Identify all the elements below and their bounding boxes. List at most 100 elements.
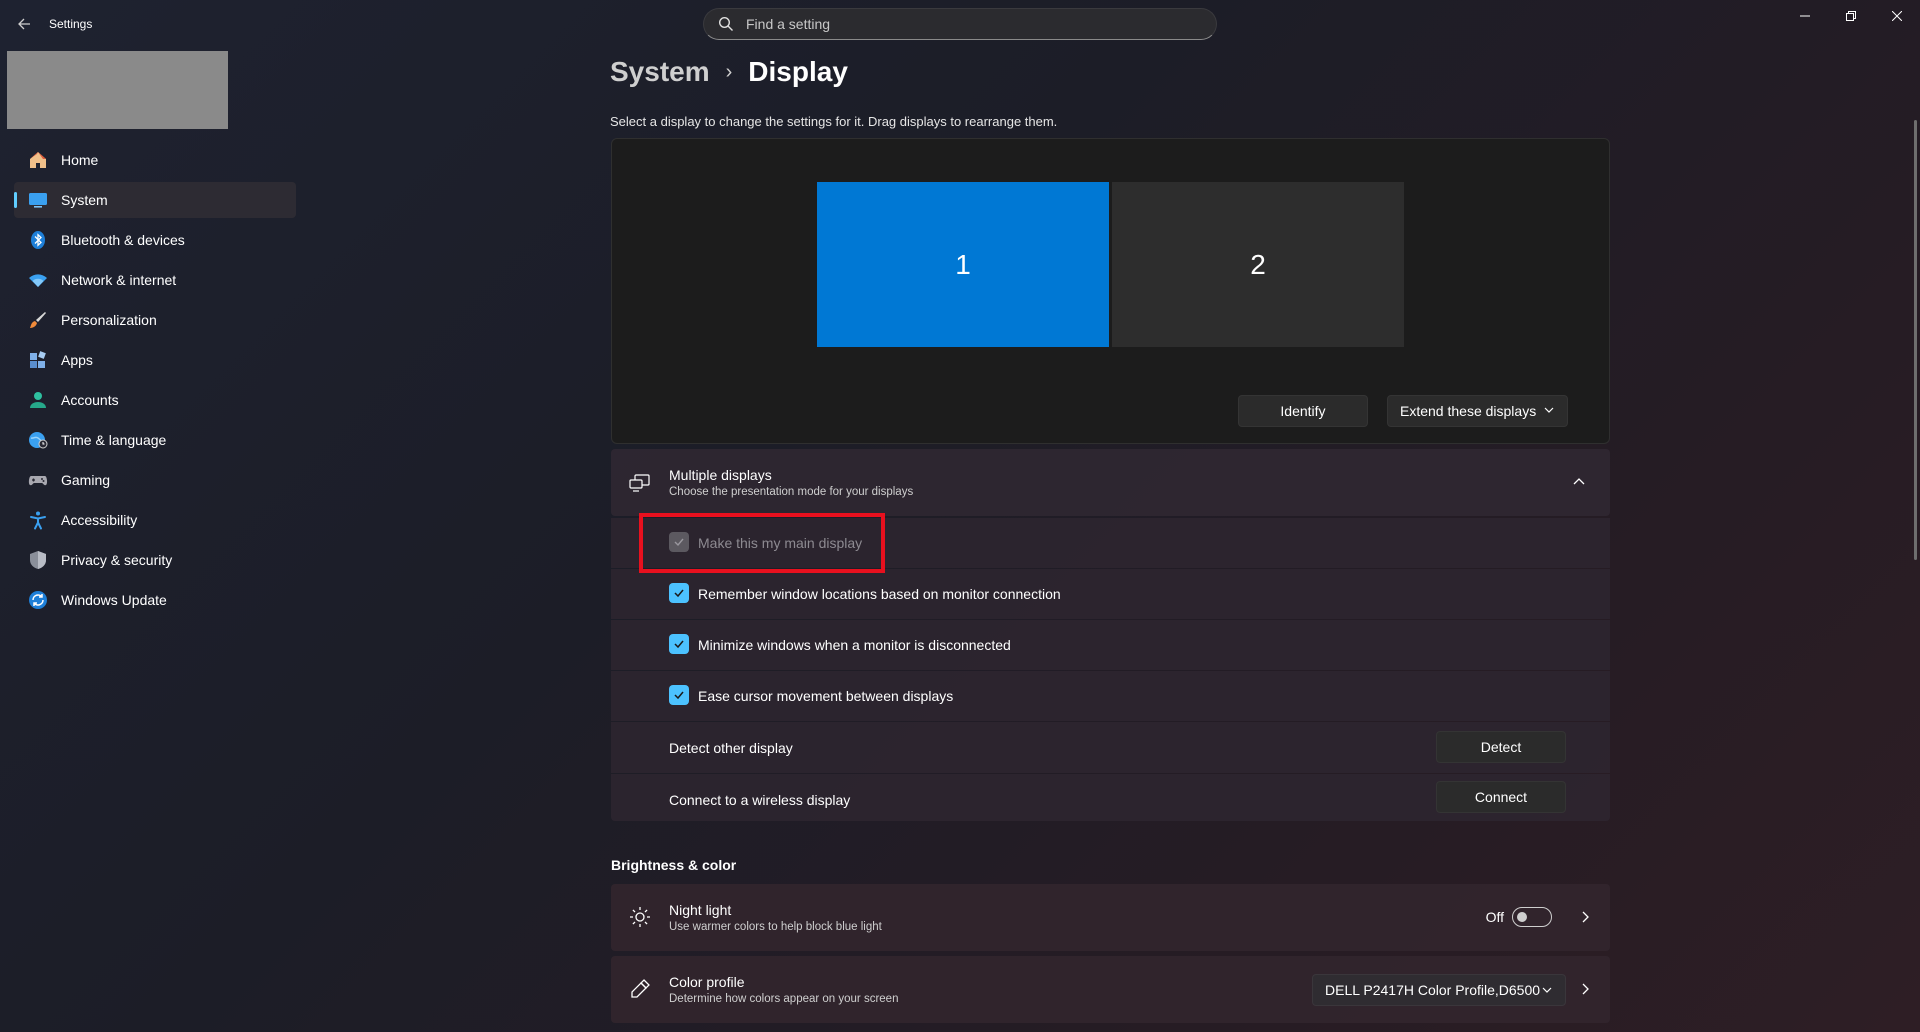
- gamepad-icon: [28, 470, 48, 490]
- breadcrumb-parent[interactable]: System: [610, 56, 710, 88]
- sidebar-item-accessibility[interactable]: Accessibility: [14, 502, 296, 538]
- sidebar-item-label: Time & language: [61, 432, 167, 448]
- detect-button[interactable]: Detect: [1436, 731, 1566, 763]
- sidebar-item-home[interactable]: Home: [14, 142, 296, 178]
- update-icon: [28, 590, 48, 610]
- multiple-displays-icon: [629, 474, 650, 492]
- sidebar-item-network[interactable]: Network & internet: [14, 262, 296, 298]
- bluetooth-icon: [28, 230, 48, 250]
- display-mode-value: Extend these displays: [1400, 403, 1537, 419]
- ease-cursor-label: Ease cursor movement between displays: [698, 688, 954, 704]
- scrollbar-thumb[interactable]: [1914, 120, 1917, 560]
- identify-button[interactable]: Identify: [1238, 395, 1368, 427]
- chevron-down-icon: [1544, 407, 1554, 413]
- page-title: Display: [748, 56, 848, 87]
- sidebar-item-label: Accounts: [61, 392, 119, 408]
- sidebar-item-accounts[interactable]: Accounts: [14, 382, 296, 418]
- sidebar-item-label: Network & internet: [61, 272, 177, 288]
- sidebar-item-label: Accessibility: [61, 512, 138, 528]
- checkmark-icon: [674, 640, 684, 649]
- sidebar-item-time-language[interactable]: Time & language: [14, 422, 296, 458]
- checkmark-icon: [674, 691, 684, 700]
- accessibility-icon: [28, 510, 48, 530]
- breadcrumb: System › Display: [610, 56, 848, 88]
- sidebar-nav: Home System Bluetooth & devices Network …: [14, 142, 296, 622]
- display-intro-text: Select a display to change the settings …: [610, 114, 1058, 129]
- chevron-up-icon[interactable]: [1572, 475, 1586, 489]
- sidebar-item-label: Personalization: [61, 312, 157, 328]
- night-light-state: Off: [1485, 909, 1504, 925]
- color-profile-subtitle: Determine how colors appear on your scre…: [669, 993, 899, 1005]
- color-profile-title: Color profile: [669, 974, 745, 990]
- close-icon: [1892, 11, 1902, 21]
- wifi-icon: [28, 270, 48, 290]
- night-light-card[interactable]: Night light Use warmer colors to help bl…: [611, 884, 1610, 951]
- sidebar-item-system[interactable]: System: [14, 182, 296, 218]
- chevron-right-icon: [1582, 911, 1589, 923]
- monitor-2-tile[interactable]: 2: [1112, 182, 1404, 347]
- color-profile-card[interactable]: Color profile Determine how colors appea…: [611, 956, 1610, 1023]
- sidebar-item-gaming[interactable]: Gaming: [14, 462, 296, 498]
- checkmark-icon: [674, 589, 684, 598]
- wireless-display-label: Connect to a wireless display: [669, 792, 851, 808]
- color-profile-dropdown[interactable]: DELL P2417H Color Profile,D6500: [1312, 974, 1566, 1006]
- person-icon: [28, 390, 48, 410]
- minimize-icon: [1800, 15, 1810, 17]
- ease-cursor-checkbox[interactable]: [669, 685, 689, 705]
- brush-icon: [28, 310, 48, 330]
- display-arrangement-panel: 1 2 Identify Extend these displays: [611, 138, 1610, 444]
- sidebar-item-label: Apps: [61, 352, 93, 368]
- chevron-down-icon: [1542, 987, 1552, 993]
- display-mode-dropdown[interactable]: Extend these displays: [1387, 395, 1568, 427]
- monitor-1-tile[interactable]: 1: [817, 182, 1109, 347]
- sidebar-item-privacy[interactable]: Privacy & security: [14, 542, 296, 578]
- sidebar-item-label: Home: [61, 152, 99, 168]
- arrow-left-icon: [18, 18, 30, 30]
- minimize-windows-label: Minimize windows when a monitor is disco…: [698, 637, 1011, 653]
- brightness-icon: [630, 907, 650, 927]
- account-avatar[interactable]: [7, 51, 228, 129]
- close-button[interactable]: [1874, 0, 1920, 32]
- eyedropper-icon: [631, 979, 650, 998]
- remember-locations-checkbox[interactable]: [669, 583, 689, 603]
- chevron-right-icon: [1582, 983, 1589, 995]
- system-icon: [28, 190, 48, 210]
- sidebar-item-bluetooth[interactable]: Bluetooth & devices: [14, 222, 296, 258]
- sidebar-item-label: Bluetooth & devices: [61, 232, 185, 248]
- sidebar-item-label: Gaming: [61, 472, 111, 488]
- minimize-windows-checkbox[interactable]: [669, 634, 689, 654]
- apps-icon: [28, 350, 48, 370]
- search-input[interactable]: [746, 16, 1186, 32]
- option-minimize-windows: Minimize windows when a monitor is disco…: [611, 620, 1610, 670]
- night-light-subtitle: Use warmer colors to help block blue lig…: [669, 921, 882, 933]
- brightness-color-section-title: Brightness & color: [611, 857, 737, 873]
- option-ease-cursor: Ease cursor movement between displays: [611, 671, 1610, 721]
- remember-locations-label: Remember window locations based on monit…: [698, 586, 1061, 602]
- wireless-display-row: Connect to a wireless display Connect: [611, 774, 1610, 821]
- restore-button[interactable]: [1828, 0, 1874, 32]
- multiple-displays-header[interactable]: Multiple displays Choose the presentatio…: [611, 449, 1610, 516]
- night-light-title: Night light: [669, 902, 732, 918]
- option-remember-window-locations: Remember window locations based on monit…: [611, 569, 1610, 619]
- toggle-knob: [1517, 912, 1527, 922]
- highlight-annotation: [639, 513, 885, 573]
- sidebar-item-windows-update[interactable]: Windows Update: [14, 582, 296, 618]
- sidebar-item-personalization[interactable]: Personalization: [14, 302, 296, 338]
- app-title: Settings: [49, 17, 93, 31]
- night-light-toggle[interactable]: [1512, 907, 1552, 927]
- sidebar-item-apps[interactable]: Apps: [14, 342, 296, 378]
- search-box[interactable]: [703, 8, 1217, 40]
- detect-display-row: Detect other display Detect: [611, 722, 1610, 773]
- color-profile-value: DELL P2417H Color Profile,D6500: [1325, 982, 1541, 998]
- sidebar-item-label: Privacy & security: [61, 552, 173, 568]
- connect-button[interactable]: Connect: [1436, 781, 1566, 813]
- title-bar: Settings: [0, 0, 1920, 48]
- sidebar-item-label: Windows Update: [61, 592, 167, 608]
- multiple-displays-title: Multiple displays: [669, 467, 772, 483]
- breadcrumb-separator: ›: [725, 60, 733, 83]
- home-icon: [28, 150, 48, 170]
- minimize-button[interactable]: [1782, 0, 1828, 32]
- shield-icon: [28, 550, 48, 570]
- multiple-displays-subtitle: Choose the presentation mode for your di…: [669, 486, 914, 498]
- back-button[interactable]: [10, 10, 38, 38]
